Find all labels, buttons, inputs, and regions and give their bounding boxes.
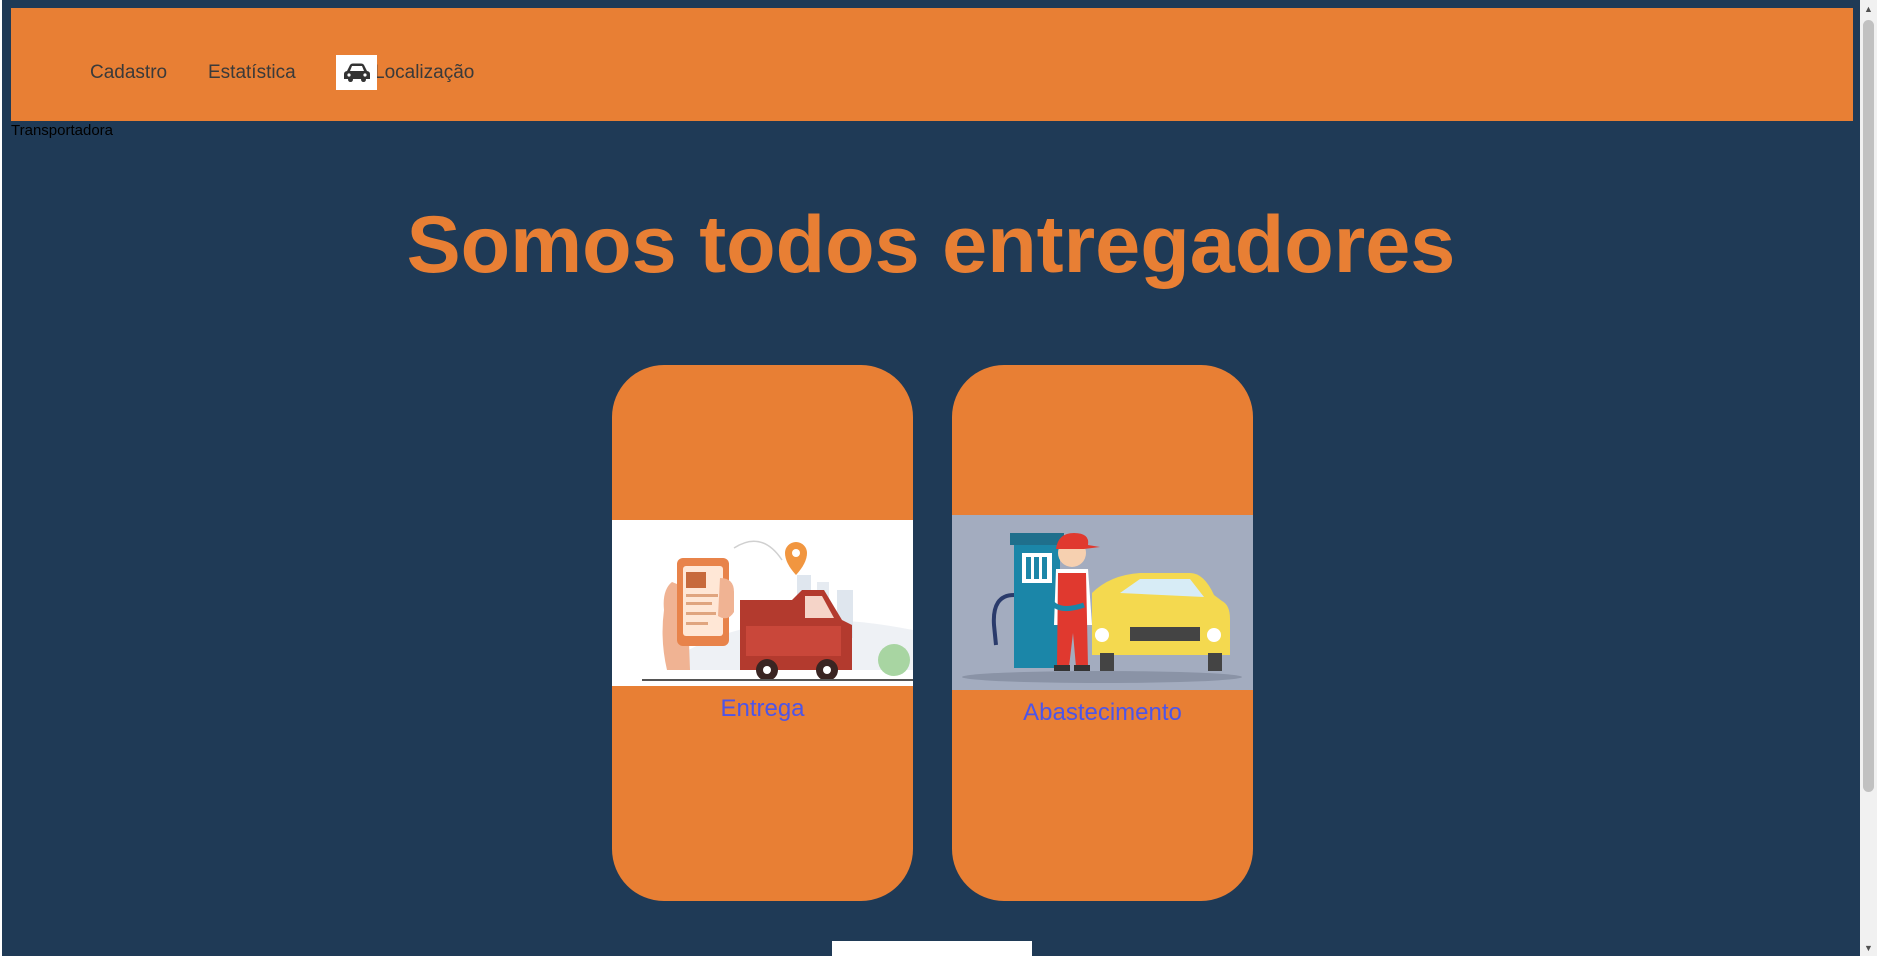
car-icon	[336, 55, 377, 90]
card-label-abastecimento[interactable]: Abastecimento	[952, 699, 1253, 727]
vertical-scrollbar[interactable]: ▲ ▼	[1860, 0, 1877, 956]
card-abastecimento[interactable]: Abastecimento	[952, 365, 1253, 901]
card-entrega[interactable]: Entrega	[612, 365, 913, 901]
nav-link-cadastro[interactable]: Cadastro	[90, 62, 167, 84]
card-label-entrega[interactable]: Entrega	[612, 695, 913, 723]
nav-link-estatistica[interactable]: Estatística	[208, 62, 296, 84]
nav-link-localizacao[interactable]: Localização	[374, 62, 474, 84]
delivery-truck-illustration	[612, 520, 913, 686]
navbar: Cadastro Estatística Localização	[11, 8, 1853, 121]
fuel-station-attendant-illustration	[952, 515, 1253, 690]
page: Cadastro Estatística Localização Transpo…	[2, 0, 1860, 956]
brand-name: Transportadora	[11, 122, 113, 139]
scroll-thumb[interactable]	[1863, 20, 1874, 792]
scroll-down-icon[interactable]: ▼	[1860, 939, 1877, 956]
footer-image-placeholder	[832, 941, 1032, 956]
scroll-up-icon[interactable]: ▲	[1860, 0, 1877, 17]
window-edge	[1877, 0, 1890, 956]
page-headline: Somos todos entregadores	[406, 200, 1456, 290]
